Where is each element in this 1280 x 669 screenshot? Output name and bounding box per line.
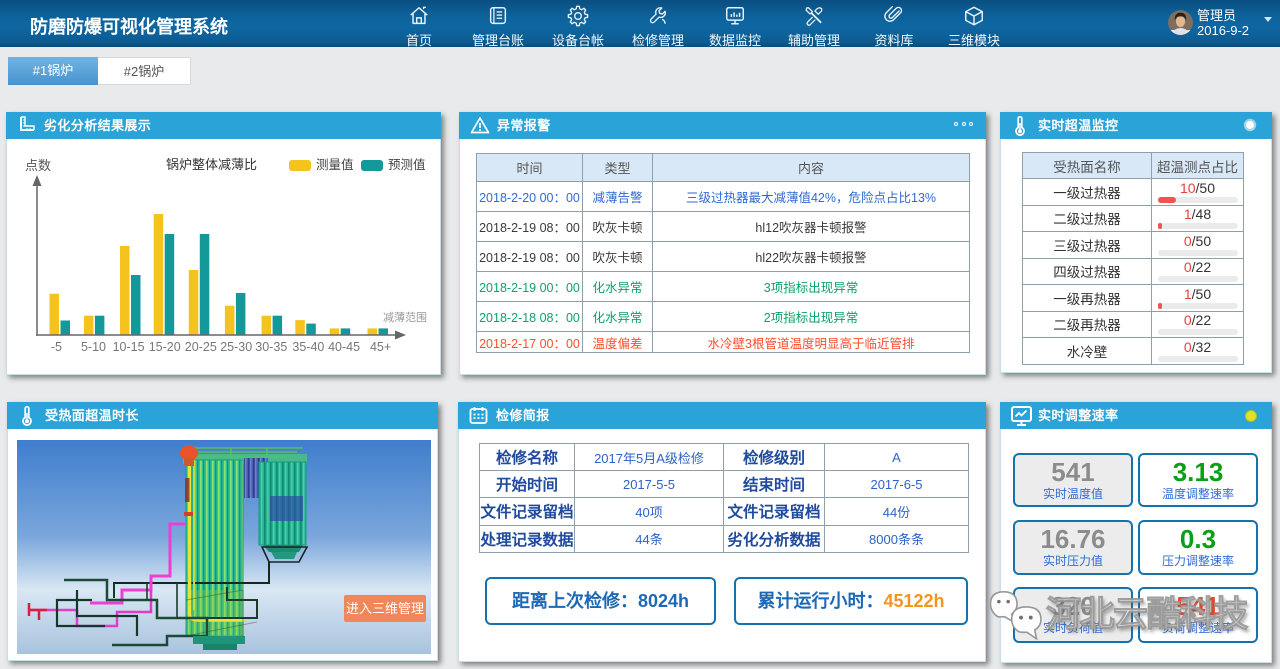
svg-text:测量值: 测量值 — [316, 157, 354, 172]
svg-text:25-30: 25-30 — [220, 340, 252, 354]
svg-text:35-40: 35-40 — [292, 340, 324, 354]
svg-text:减薄范围: 减薄范围 — [383, 310, 427, 324]
svg-text:点数: 点数 — [25, 158, 51, 173]
svg-text:5-10: 5-10 — [81, 340, 106, 354]
svg-text:10-15: 10-15 — [113, 340, 145, 354]
svg-text:45+: 45+ — [370, 340, 391, 354]
svg-text:40-45: 40-45 — [328, 340, 360, 354]
svg-text:预测值: 预测值 — [388, 157, 426, 172]
svg-text:30-35: 30-35 — [255, 340, 287, 354]
svg-text:-5: -5 — [51, 340, 62, 354]
svg-text:锅炉整体减薄比: 锅炉整体减薄比 — [166, 157, 257, 172]
svg-text:15-20: 15-20 — [149, 340, 181, 354]
svg-text:20-25: 20-25 — [185, 340, 217, 354]
